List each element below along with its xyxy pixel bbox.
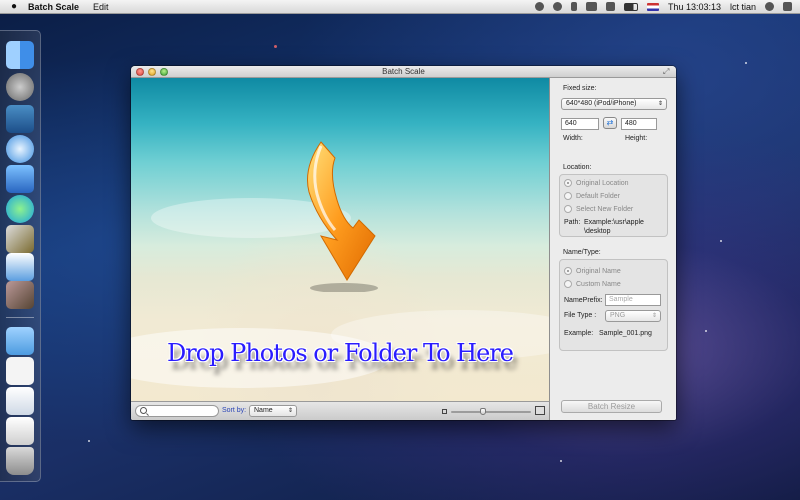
star	[720, 240, 722, 242]
location-label: Location:	[563, 164, 592, 171]
finder-icon[interactable]	[6, 41, 34, 69]
height-label: Height:	[625, 135, 648, 142]
notification-center-icon[interactable]	[783, 2, 792, 11]
photo-drop-area[interactable]: Drop Photos or Folder To Here	[131, 78, 550, 401]
search-input[interactable]	[148, 406, 216, 416]
icns-file-icon[interactable]	[6, 357, 34, 385]
file-type-label: File Type :	[564, 312, 597, 319]
size-preset-value: 640*480 (iPod/iPhone)	[566, 100, 637, 107]
radio-label: Custom Name	[576, 280, 621, 288]
fixed-size-label: Fixed size:	[563, 85, 597, 92]
menu-bar: ● Batch Scale Edit Thu 13:03:13 lct tian	[0, 0, 800, 14]
radio-label: Original Location	[576, 179, 629, 187]
star	[560, 460, 562, 462]
radio-default-folder[interactable]: Default Folder	[564, 191, 620, 201]
large-thumbnail-icon[interactable]	[535, 406, 545, 415]
example-filename: Sample_001.png	[599, 330, 652, 337]
slider-knob[interactable]	[480, 408, 486, 415]
battery-icon[interactable]	[623, 2, 638, 11]
window-preview-icon[interactable]	[6, 417, 34, 445]
sort-by-label: Sort by:	[222, 407, 247, 414]
thumbnail-size-slider[interactable]	[451, 408, 531, 415]
launchpad-icon[interactable]	[6, 73, 34, 101]
apple-menu-icon[interactable]: ●	[0, 1, 28, 12]
path-value-cont: \desktop	[584, 228, 611, 235]
search-icon	[140, 407, 147, 414]
radio-unselected-icon	[564, 280, 572, 288]
app-store-icon[interactable]	[6, 253, 34, 281]
bottom-toolbar: Sort by: Name ⇕	[131, 401, 550, 420]
name-prefix-input[interactable]: Sample	[605, 294, 661, 306]
bluetooth-icon[interactable]	[570, 2, 577, 11]
xcode-icon[interactable]	[6, 165, 34, 193]
edit-menu[interactable]: Edit	[93, 2, 109, 12]
radio-label: Select New Folder	[576, 205, 634, 213]
input-source-flag-icon[interactable]	[646, 2, 659, 11]
app-menu[interactable]: Batch Scale	[28, 2, 79, 12]
utility-icon[interactable]	[6, 225, 34, 253]
updown-chevron-icon: ⇕	[651, 313, 657, 319]
path-label: Path:	[564, 219, 581, 226]
sort-by-value: Name	[254, 407, 273, 414]
document-icon[interactable]	[6, 387, 34, 415]
menubar-user[interactable]: lct tian	[730, 2, 756, 12]
down-arrow-icon	[307, 141, 378, 292]
search-field[interactable]	[135, 405, 219, 417]
time-machine-icon[interactable]	[552, 2, 562, 11]
file-type-select[interactable]: PNG ⇕	[605, 310, 661, 322]
file-type-value: PNG	[610, 312, 626, 319]
settings-panel: Fixed size: 640*480 (iPod/iPhone) ⇕ 640 …	[551, 78, 676, 420]
width-input[interactable]: 640	[561, 118, 599, 130]
radio-label: Original Name	[576, 267, 621, 275]
dock-separator	[6, 317, 34, 318]
cloud-icon[interactable]	[534, 2, 544, 11]
sort-by-select[interactable]: Name ⇕	[249, 405, 297, 417]
volume-icon[interactable]	[605, 2, 615, 11]
radio-original-name[interactable]: Original Name	[564, 266, 621, 276]
batch-resize-button[interactable]: Batch Resize	[561, 400, 662, 413]
drop-instruction-text: Drop Photos or Folder To Here	[167, 339, 514, 367]
spotlight-search-icon[interactable]	[765, 2, 774, 11]
fullscreen-icon[interactable]: ⤢	[663, 68, 671, 76]
height-input[interactable]: 480	[621, 118, 657, 130]
path-value: Example:\usr\apple	[584, 219, 644, 226]
activity-monitor-icon[interactable]	[6, 105, 34, 133]
small-thumbnail-icon[interactable]	[442, 409, 447, 414]
size-preset-select[interactable]: 640*480 (iPod/iPhone) ⇕	[561, 98, 667, 110]
name-type-label: Name/Type:	[563, 249, 601, 256]
example-label: Example:	[564, 330, 594, 337]
window-title: Batch Scale	[382, 67, 425, 76]
swap-dimensions-button[interactable]: ⇄	[603, 117, 617, 129]
wifi-icon[interactable]	[585, 2, 597, 11]
radio-selected-icon	[564, 267, 572, 275]
width-label: Width:	[563, 135, 583, 142]
star	[274, 45, 277, 48]
safari-icon[interactable]	[6, 135, 34, 163]
name-prefix-label: NamePrefix:	[564, 297, 603, 304]
star	[705, 330, 707, 332]
title-bar[interactable]: Batch Scale ⤢	[131, 66, 676, 78]
location-group: Original Location Default Folder Select …	[559, 174, 668, 237]
star	[88, 440, 90, 442]
radio-select-new-folder[interactable]: Select New Folder	[564, 204, 633, 214]
radio-selected-icon	[564, 179, 572, 187]
batch-scale-window: Batch Scale ⤢ Drop Photos or Folder To H…	[131, 66, 676, 420]
trash-icon[interactable]	[6, 447, 34, 475]
menubar-clock[interactable]: Thu 13:03:13	[668, 2, 721, 12]
name-type-group: Original Name Custom Name NamePrefix: Sa…	[559, 259, 668, 351]
radio-custom-name[interactable]: Custom Name	[564, 279, 621, 289]
radio-unselected-icon	[564, 205, 572, 213]
updown-chevron-icon: ⇕	[657, 101, 663, 107]
photos-icon[interactable]	[6, 281, 34, 309]
radio-label: Default Folder	[576, 192, 620, 200]
dock	[0, 30, 41, 482]
updown-chevron-icon: ⇕	[287, 408, 293, 414]
radio-original-location[interactable]: Original Location	[564, 178, 629, 188]
radio-unselected-icon	[564, 192, 572, 200]
messenger-icon[interactable]	[6, 195, 34, 223]
star	[745, 62, 747, 64]
folder-icon[interactable]	[6, 327, 34, 355]
status-area: Thu 13:03:13 lct tian	[534, 2, 800, 12]
